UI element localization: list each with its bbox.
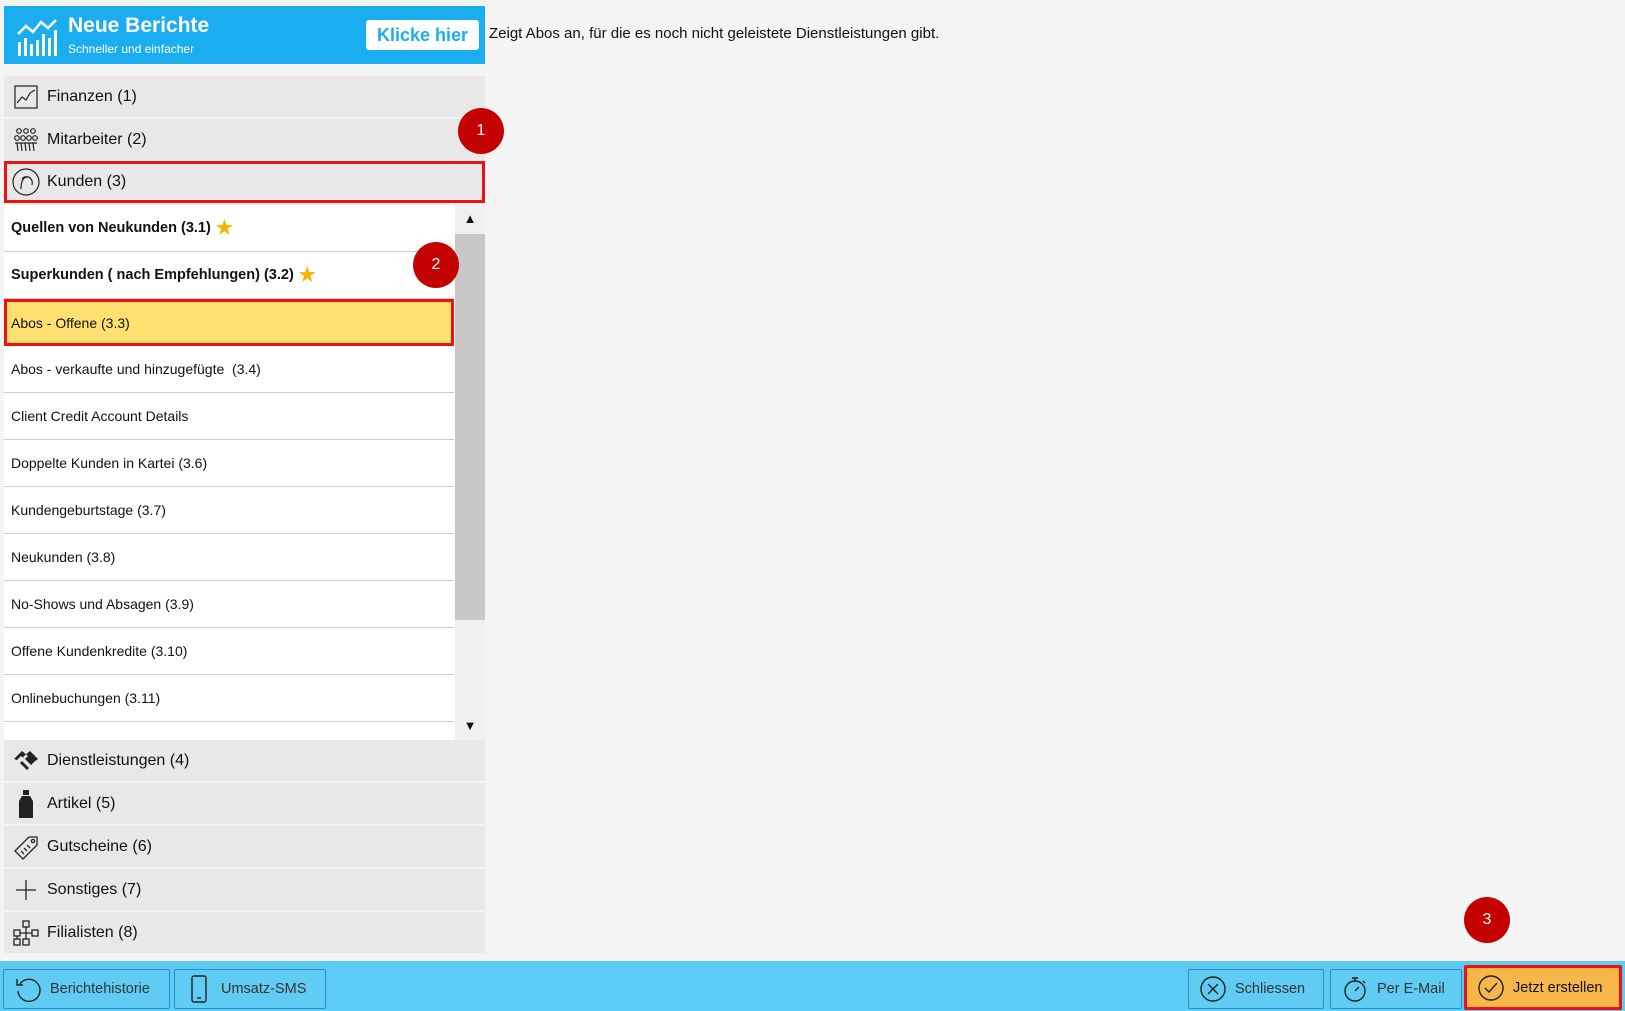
bottle-icon [11,789,41,819]
category-gutscheine[interactable]: Gutscheine (6) [4,826,485,868]
staff-icon [11,125,41,155]
report-label: Doppelte Kunden in Kartei (3.6) [11,455,208,471]
report-label: No-Shows und Absagen (3.9) [11,596,194,612]
create-now-label: Jetzt erstellen [1513,979,1603,996]
report-item-abos-offene[interactable]: Abos - Offene (3.3) [4,299,454,346]
check-circle-icon [1477,974,1505,1002]
category-label: Sonstiges (7) [47,880,142,898]
email-button[interactable]: Per E-Mail [1330,969,1462,1009]
category-artikel[interactable]: Artikel (5) [4,783,485,825]
report-item-superkunden[interactable]: Superkunden ( nach Empfehlungen) (3.2) ★ [4,252,454,299]
report-item-abos-verkaufte[interactable]: Abos - verkaufte und hinzugefügte (3.4) [4,346,454,393]
scroll-thumb[interactable] [455,234,485,620]
banner-subtitle: Schneller und einfacher [68,42,195,56]
report-list-scrollbar[interactable]: ▲ ▼ [455,205,485,740]
report-label: Offene Kundenkredite (3.10) [11,643,188,659]
sales-sms-label: Umsatz-SMS [221,981,307,997]
report-item-kundengeburtstage[interactable]: Kundengeburtstage (3.7) [4,487,454,534]
report-history-label: Berichtehistorie [50,981,150,997]
email-label: Per E-Mail [1377,981,1445,997]
report-label: Onlinebuchungen (3.11) [11,690,161,706]
reports-banner: Neue Berichte Schneller und einfacher Kl… [4,6,485,64]
plus-icon [11,875,41,905]
report-label: Quellen von Neukunden (3.1) [11,220,211,236]
category-label: Filialisten (8) [47,923,138,941]
scroll-down-arrow-icon[interactable]: ▼ [455,712,485,740]
chart-icon [11,82,41,112]
report-label: Neukunden (3.8) [11,549,116,565]
close-circle-icon [1199,975,1227,1003]
banner-title: Neue Berichte [68,14,210,37]
report-label: Abos - verkaufte und hinzugefügte (3.4) [11,361,261,377]
category-sonstiges[interactable]: Sonstiges (7) [4,869,485,911]
star-icon: ★ [298,264,316,286]
customer-icon [11,167,41,197]
category-label: Artikel (5) [47,794,116,812]
category-dienstleistungen[interactable]: Dienstleistungen (4) [4,740,485,782]
create-now-button[interactable]: Jetzt erstellen [1464,965,1622,1010]
star-icon: ★ [215,217,233,239]
report-history-button[interactable]: Berichtehistorie [3,969,170,1009]
report-label: Superkunden ( nach Empfehlungen) (3.2) [11,267,294,283]
report-item-offene-kundenkredite[interactable]: Offene Kundenkredite (3.10) [4,628,454,675]
scroll-up-arrow-icon[interactable]: ▲ [455,205,485,233]
step-badge-3: 3 [1464,897,1510,943]
close-button[interactable]: Schliessen [1188,969,1324,1009]
category-label: Gutscheine (6) [47,837,152,855]
report-label: Abos - Offene (3.3) [11,314,130,331]
bar-chart-icon [17,19,57,56]
report-item-onlinebuchungen[interactable]: Onlinebuchungen (3.11) [4,675,454,722]
step-badge-1: 1 [458,108,504,154]
sales-sms-button[interactable]: Umsatz-SMS [174,969,326,1009]
category-filialisten[interactable]: Filialisten (8) [4,912,485,954]
handshake-icon [11,746,41,776]
report-item-client-credit[interactable]: Client Credit Account Details [4,393,454,440]
category-kunden[interactable]: Kunden (3) [4,161,485,203]
report-item-quellen-neukunden[interactable]: Quellen von Neukunden (3.1) ★ [4,205,454,252]
category-label: Kunden (3) [47,173,127,190]
report-label: Client Credit Account Details [11,408,189,424]
step-badge-2: 2 [413,242,459,288]
click-here-button[interactable]: Klicke hier [366,20,479,50]
category-label: Dienstleistungen (4) [47,751,190,769]
stopwatch-icon [1341,975,1369,1003]
report-item-doppelte-kunden[interactable]: Doppelte Kunden in Kartei (3.6) [4,440,454,487]
close-label: Schliessen [1235,981,1306,997]
category-label: Finanzen (1) [47,87,137,105]
report-item-no-shows[interactable]: No-Shows und Absagen (3.9) [4,581,454,628]
network-icon [11,918,41,948]
report-list: Quellen von Neukunden (3.1) ★ Superkunde… [4,205,485,740]
category-finanzen[interactable]: Finanzen (1) [4,76,485,118]
bottom-toolbar: Berichtehistorie Umsatz-SMS Schliessen P… [0,961,1625,1011]
phone-icon [185,975,213,1003]
category-label: Mitarbeiter (2) [47,130,147,148]
report-label: Kundengeburtstage (3.7) [11,502,166,518]
report-item-neukunden[interactable]: Neukunden (3.8) [4,534,454,581]
history-icon [14,975,42,1003]
category-mitarbeiter[interactable]: Mitarbeiter (2) [4,119,485,161]
report-description: Zeigt Abos an, für die es noch nicht gel… [489,25,940,42]
voucher-icon [11,832,41,862]
